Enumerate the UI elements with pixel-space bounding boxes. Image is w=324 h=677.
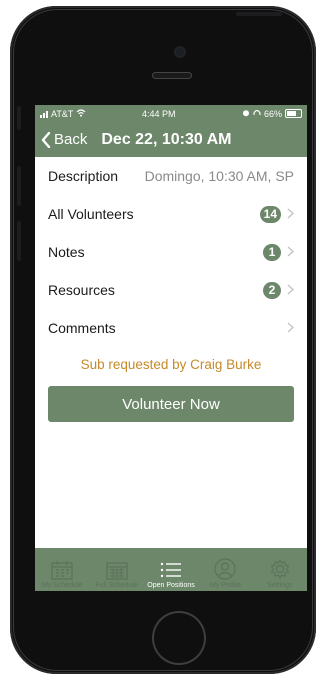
notes-count-badge: 1 (263, 243, 281, 261)
volume-down-button (17, 221, 21, 261)
sub-request-notice: Sub requested by Craig Burke (80, 357, 262, 372)
gear-icon (270, 558, 290, 580)
comments-row[interactable]: Comments (35, 309, 307, 347)
all-volunteers-row[interactable]: All Volunteers 14 (35, 195, 307, 233)
all-volunteers-label: All Volunteers (48, 206, 134, 222)
tab-bar: My Schedule Full Schedule Open Positions (35, 548, 307, 591)
tab-my-profile[interactable]: My Profile (198, 548, 252, 591)
earpiece-speaker (152, 72, 192, 79)
comments-label: Comments (48, 320, 116, 336)
description-label: Description (48, 168, 119, 184)
calendar-grid-icon (106, 562, 128, 580)
mute-switch (17, 106, 21, 130)
tab-full-schedule[interactable]: Full Schedule (89, 548, 143, 591)
carrier-label: AT&T (51, 108, 74, 119)
status-time: 4:44 PM (142, 108, 176, 119)
description-row: Description Domingo, 10:30 AM, SP (35, 157, 307, 195)
person-icon (214, 558, 237, 580)
volume-up-button (17, 166, 21, 206)
wifi-icon (76, 108, 86, 119)
app-screen: AT&T 4:44 PM 66% Back Dec 22, 10:30 AM D… (35, 105, 307, 591)
resources-count-badge: 2 (263, 281, 281, 299)
chevron-right-icon (287, 282, 295, 298)
home-button[interactable] (152, 611, 206, 665)
tab-label: Full Schedule (95, 582, 138, 589)
battery-icon (285, 109, 302, 118)
description-value: Domingo, 10:30 AM, SP (144, 168, 294, 184)
chevron-right-icon (287, 320, 295, 336)
page-title: Dec 22, 10:30 AM (101, 130, 232, 148)
notes-label: Notes (48, 244, 85, 260)
front-camera (176, 48, 184, 56)
volunteers-count-badge: 14 (259, 205, 281, 223)
resources-label: Resources (48, 282, 115, 298)
calendar-icon (51, 561, 73, 580)
status-bar: AT&T 4:44 PM 66% (35, 105, 307, 122)
list-icon (160, 562, 182, 578)
tab-settings[interactable]: Settings (253, 548, 307, 591)
tab-label: Settings (267, 582, 293, 589)
alarm-icon (242, 109, 250, 119)
battery-percent: 66% (263, 108, 282, 119)
signal-icon (40, 110, 48, 118)
chevron-right-icon (287, 244, 295, 260)
tab-label: My Schedule (41, 582, 83, 589)
volunteer-now-button[interactable]: Volunteer Now (48, 386, 294, 422)
back-label: Back (54, 131, 88, 148)
back-button[interactable]: Back (41, 131, 87, 148)
power-button (236, 12, 282, 16)
chevron-right-icon (287, 206, 295, 222)
tab-my-schedule[interactable]: My Schedule (35, 548, 89, 591)
tab-label: Open Positions (147, 582, 195, 589)
navigation-bar: Back Dec 22, 10:30 AM (35, 122, 307, 157)
chevron-left-icon (41, 131, 51, 148)
headphones-icon (253, 109, 261, 119)
resources-row[interactable]: Resources 2 (35, 271, 307, 309)
tab-label: My Profile (209, 582, 241, 589)
notes-row[interactable]: Notes 1 (35, 233, 307, 271)
tab-open-positions[interactable]: Open Positions (144, 548, 198, 591)
